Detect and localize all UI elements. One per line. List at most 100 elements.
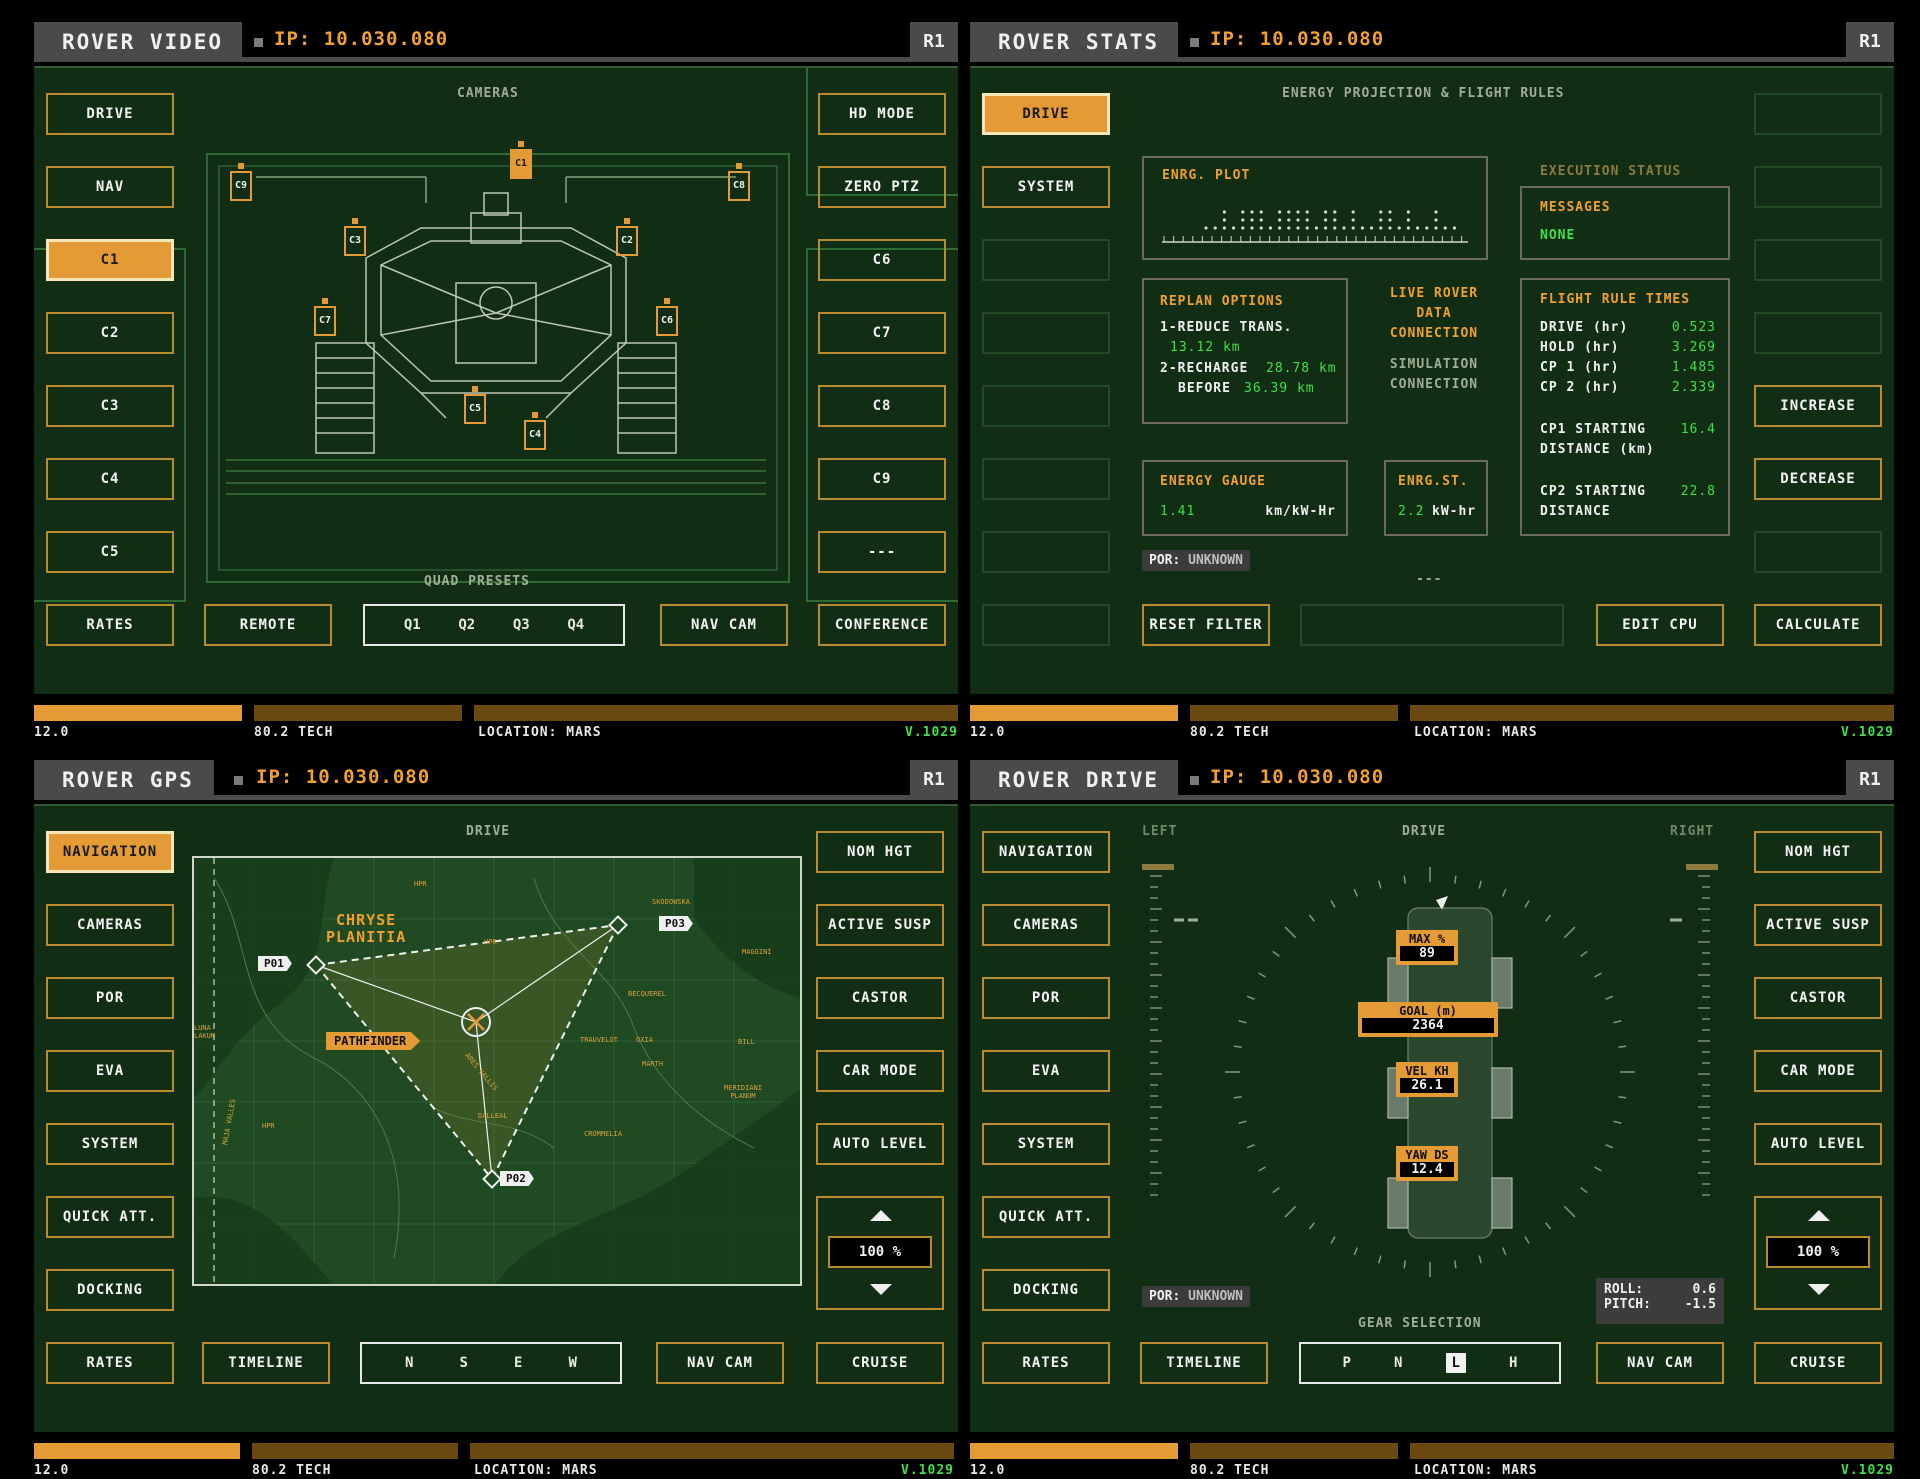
- empty-camera-button[interactable]: ---: [818, 531, 946, 573]
- calculate-button[interactable]: CALCULATE: [1754, 604, 1882, 646]
- waypoint-p03[interactable]: P03: [659, 916, 693, 931]
- gear-p[interactable]: P: [1343, 1355, 1351, 1371]
- car-mode-button[interactable]: CAR MODE: [1754, 1050, 1882, 1092]
- conference-button[interactable]: CONFERENCE: [818, 604, 946, 646]
- waypoint-p02[interactable]: P02: [500, 1171, 534, 1186]
- cameras-button[interactable]: CAMERAS: [46, 904, 174, 946]
- camera-tag-c5[interactable]: C5: [464, 386, 486, 424]
- dir-s[interactable]: S: [460, 1355, 468, 1371]
- system-button[interactable]: SYSTEM: [982, 1123, 1110, 1165]
- nav-cam-button[interactable]: NAV CAM: [660, 604, 788, 646]
- camera-c1-button[interactable]: C1: [46, 239, 174, 281]
- rates-button[interactable]: RATES: [46, 1342, 174, 1384]
- camera-tag-c7[interactable]: C7: [314, 298, 336, 336]
- waypoint-p01[interactable]: P01: [258, 956, 292, 971]
- por-button[interactable]: POR: [46, 977, 174, 1019]
- docking-button[interactable]: DOCKING: [46, 1269, 174, 1311]
- timeline-button[interactable]: TIMELINE: [202, 1342, 330, 1384]
- navigation-button[interactable]: NAVIGATION: [46, 831, 174, 873]
- camera-c6-button[interactable]: C6: [818, 239, 946, 281]
- reset-filter-button[interactable]: RESET FILTER: [1142, 604, 1270, 646]
- gear-n[interactable]: N: [1394, 1355, 1402, 1371]
- rates-button[interactable]: RATES: [46, 604, 174, 646]
- drive-button[interactable]: DRIVE: [982, 93, 1110, 135]
- car-mode-button[interactable]: CAR MODE: [816, 1050, 944, 1092]
- quad-q2[interactable]: Q2: [458, 617, 475, 633]
- docking-button[interactable]: DOCKING: [982, 1269, 1110, 1311]
- pathfinder-marker[interactable]: PATHFINDER: [326, 1032, 421, 1050]
- eva-button[interactable]: EVA: [982, 1050, 1110, 1092]
- castor-button[interactable]: CASTOR: [1754, 977, 1882, 1019]
- nav-button[interactable]: NAV: [46, 166, 174, 208]
- zoom-up-icon[interactable]: [870, 1210, 892, 1221]
- empty-slot: [982, 531, 1110, 573]
- nav-cam-button[interactable]: NAV CAM: [1596, 1342, 1724, 1384]
- camera-tag-c6[interactable]: C6: [656, 298, 678, 336]
- camera-c7-button[interactable]: C7: [818, 312, 946, 354]
- hd-mode-button[interactable]: HD MODE: [818, 93, 946, 135]
- camera-c4-button[interactable]: C4: [46, 458, 174, 500]
- dir-w[interactable]: W: [569, 1355, 577, 1371]
- dir-e[interactable]: E: [514, 1355, 522, 1371]
- zoom-stepper[interactable]: 100 %: [1754, 1196, 1882, 1310]
- zoom-down-icon[interactable]: [870, 1284, 892, 1295]
- dir-n[interactable]: N: [405, 1355, 413, 1371]
- direction-selector[interactable]: N S E W: [360, 1342, 622, 1384]
- quick-att-button[interactable]: QUICK ATT.: [46, 1196, 174, 1238]
- system-button[interactable]: SYSTEM: [982, 166, 1110, 208]
- quick-att-button[interactable]: QUICK ATT.: [982, 1196, 1110, 1238]
- active-susp-button[interactable]: ACTIVE SUSP: [1754, 904, 1882, 946]
- camera-tag-c1[interactable]: C1: [510, 141, 532, 179]
- camera-tag-c3[interactable]: C3: [344, 218, 366, 256]
- cruise-button[interactable]: CRUISE: [1754, 1342, 1882, 1384]
- decrease-button[interactable]: DECREASE: [1754, 458, 1882, 500]
- quad-q3[interactable]: Q3: [513, 617, 530, 633]
- camera-tag-c9[interactable]: C9: [230, 163, 252, 201]
- gps-map[interactable]: CHRYSE PLANITIA P01 P03 P02 PATHFINDER H…: [192, 856, 802, 1286]
- zoom-up-icon[interactable]: [1808, 1210, 1830, 1221]
- panel-footer: 12.0 80.2 TECH LOCATION: MARS V.1029: [34, 705, 958, 740]
- nom-hgt-button[interactable]: NOM HGT: [816, 831, 944, 873]
- plot-dot: [1259, 210, 1263, 214]
- camera-c8-button[interactable]: C8: [818, 385, 946, 427]
- camera-tag-c8[interactable]: C8: [728, 163, 750, 201]
- gear-selector[interactable]: P N L H: [1299, 1342, 1561, 1384]
- auto-level-button[interactable]: AUTO LEVEL: [1754, 1123, 1882, 1165]
- camera-c2-button[interactable]: C2: [46, 312, 174, 354]
- por-button[interactable]: POR: [982, 977, 1110, 1019]
- compass-tick: [1238, 1120, 1247, 1124]
- camera-c9-button[interactable]: C9: [818, 458, 946, 500]
- quad-q1[interactable]: Q1: [404, 617, 421, 633]
- zoom-down-icon[interactable]: [1808, 1284, 1830, 1295]
- nav-cam-button[interactable]: NAV CAM: [656, 1342, 784, 1384]
- auto-level-button[interactable]: AUTO LEVEL: [816, 1123, 944, 1165]
- navigation-button[interactable]: NAVIGATION: [982, 831, 1110, 873]
- camera-c5-button[interactable]: C5: [46, 531, 174, 573]
- gear-l[interactable]: L: [1445, 1353, 1466, 1373]
- timeline-button[interactable]: TIMELINE: [1140, 1342, 1268, 1384]
- camera-tag-c4[interactable]: C4: [524, 412, 546, 450]
- camera-tag-c2[interactable]: C2: [616, 218, 638, 256]
- zero-ptz-button[interactable]: ZERO PTZ: [818, 166, 946, 208]
- zoom-stepper[interactable]: 100 %: [816, 1196, 944, 1310]
- gear-h[interactable]: H: [1509, 1355, 1517, 1371]
- footer-bar: [970, 1443, 1178, 1459]
- camera-c3-button[interactable]: C3: [46, 385, 174, 427]
- eva-button[interactable]: EVA: [46, 1050, 174, 1092]
- cruise-button[interactable]: CRUISE: [816, 1342, 944, 1384]
- drive-button[interactable]: DRIVE: [46, 93, 174, 135]
- cameras-button[interactable]: CAMERAS: [982, 904, 1110, 946]
- footer-tech: 80.2 TECH: [254, 725, 334, 740]
- flight-rule-times-box: FLIGHT RULE TIMES DRIVE (hr) 0.523 HOLD …: [1520, 278, 1730, 536]
- system-button[interactable]: SYSTEM: [46, 1123, 174, 1165]
- rates-button[interactable]: RATES: [982, 1342, 1110, 1384]
- footer-location: LOCATION: MARS: [478, 725, 602, 740]
- increase-button[interactable]: INCREASE: [1754, 385, 1882, 427]
- remote-button[interactable]: REMOTE: [204, 604, 332, 646]
- edit-cpu-button[interactable]: EDIT CPU: [1596, 604, 1724, 646]
- castor-button[interactable]: CASTOR: [816, 977, 944, 1019]
- nom-hgt-button[interactable]: NOM HGT: [1754, 831, 1882, 873]
- active-susp-button[interactable]: ACTIVE SUSP: [816, 904, 944, 946]
- quad-preset-selector[interactable]: Q1 Q2 Q3 Q4: [363, 604, 625, 646]
- quad-q4[interactable]: Q4: [567, 617, 584, 633]
